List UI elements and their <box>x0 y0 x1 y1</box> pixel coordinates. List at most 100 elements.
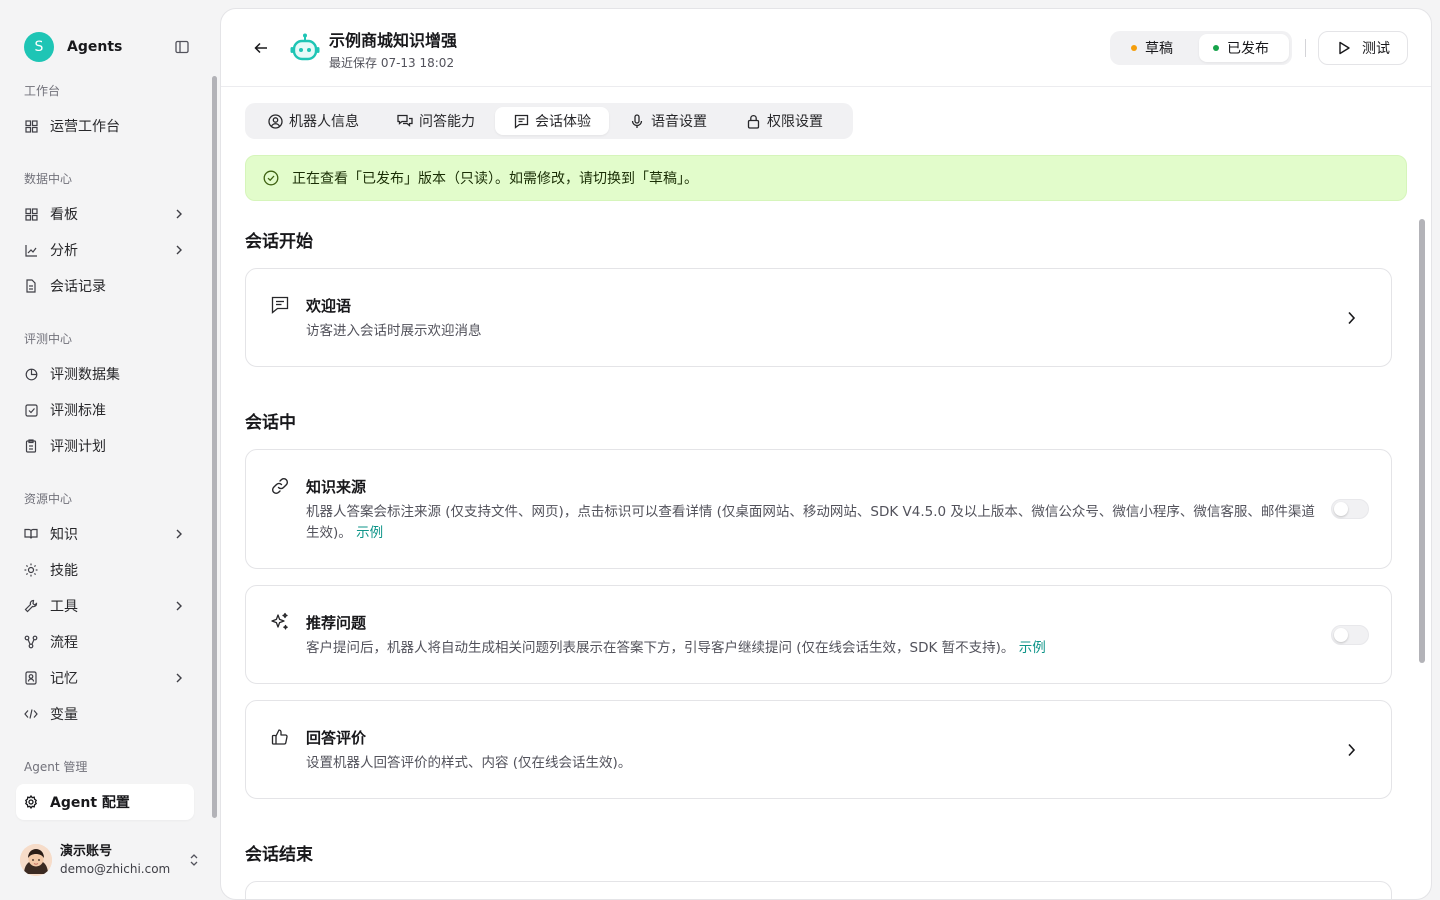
tab-qa-ability[interactable]: 问答能力 <box>379 107 493 135</box>
brand-name: Agents <box>67 39 123 55</box>
example-link[interactable]: 示例 <box>356 525 383 541</box>
tab-label: 语音设置 <box>651 114 707 130</box>
tab-label: 问答能力 <box>419 114 475 130</box>
sidebar-item-label: 分析 <box>50 243 78 259</box>
check-circle-icon <box>262 169 280 187</box>
sidebar-item-conversation-records[interactable]: 会话记录 <box>16 268 194 304</box>
version-published-label: 已发布 <box>1227 41 1269 57</box>
chevron-right-icon <box>172 599 186 613</box>
sidebar-item-label: 运营工作台 <box>50 119 120 135</box>
sidebar-item-knowledge[interactable]: 知识 <box>16 516 194 552</box>
version-draft-option[interactable]: 草稿 <box>1113 34 1199 62</box>
version-draft-label: 草稿 <box>1145 41 1173 57</box>
sparkles-icon <box>270 612 290 632</box>
wrench-icon <box>24 599 38 613</box>
brand[interactable]: S Agents <box>24 32 122 62</box>
toggle-knob <box>1334 628 1348 642</box>
sidebar-item-ops-workbench[interactable]: 运营工作台 <box>16 108 194 144</box>
chevron-right-icon <box>172 527 186 541</box>
nav-group-label: Agent 管理 <box>24 759 88 774</box>
toggle-knob <box>1334 502 1348 516</box>
header-divider <box>1305 39 1306 57</box>
back-button[interactable] <box>249 36 273 60</box>
tab-voice-settings[interactable]: 语音设置 <box>611 107 725 135</box>
robot-icon <box>289 31 321 63</box>
version-published-option[interactable]: 已发布 <box>1199 34 1289 62</box>
sidebar-item-agent-config[interactable]: Agent 配置 <box>16 784 194 820</box>
sidebar-item-label: 评测标准 <box>50 403 106 419</box>
tab-label: 机器人信息 <box>289 114 359 130</box>
lock-icon <box>745 113 761 129</box>
sidebar: S Agents 工作台 运营工作台 数据中心 看板 分析 会话记录 评测中心 … <box>0 0 220 900</box>
sidebar-item-eval-dataset[interactable]: 评测数据集 <box>16 356 194 392</box>
code-icon <box>24 707 38 721</box>
sidebar-item-analysis[interactable]: 分析 <box>16 232 194 268</box>
knowledge-source-toggle[interactable] <box>1331 499 1369 519</box>
card-suggested-questions: 推荐问题 客户提问后，机器人将自动生成相关问题列表展示在答案下方，引导客户继续提… <box>245 585 1392 684</box>
tab-label: 权限设置 <box>767 114 823 130</box>
sidebar-item-label: 记忆 <box>50 671 78 687</box>
sidebar-item-skills[interactable]: 技能 <box>16 552 194 588</box>
sidebar-item-variables[interactable]: 变量 <box>16 696 194 732</box>
sidebar-item-label: Agent 配置 <box>50 795 130 811</box>
chat-bubbles-icon <box>397 113 413 129</box>
chart-line-icon <box>24 243 38 257</box>
section-title-start: 会话开始 <box>245 232 313 252</box>
tab-bot-info[interactable]: 机器人信息 <box>249 107 377 135</box>
tab-label: 会话体验 <box>535 114 591 130</box>
card-knowledge-source: 知识来源 机器人答案会标注来源 (仅支持文件、网页)，点击标识可以查看详情 (仅… <box>245 449 1392 569</box>
test-button[interactable]: 测试 <box>1318 31 1408 65</box>
sidebar-item-eval-plan[interactable]: 评测计划 <box>16 428 194 464</box>
sidebar-item-memory[interactable]: 记忆 <box>16 660 194 696</box>
main-scrollbar[interactable] <box>1419 219 1425 663</box>
sidebar-toggle-icon <box>175 40 189 54</box>
suggested-questions-toggle[interactable] <box>1331 625 1369 645</box>
clipboard-icon <box>24 439 38 453</box>
settings-tabs: 机器人信息 问答能力 会话体验 语音设置 权限设置 <box>245 103 853 139</box>
tab-conversation-experience[interactable]: 会话体验 <box>495 107 609 135</box>
dashboard-icon <box>24 119 38 133</box>
sidebar-scrollbar[interactable] <box>212 76 217 818</box>
workflow-icon <box>24 635 38 649</box>
last-saved-text: 最近保存 07-13 18:02 <box>329 56 455 70</box>
card-description: 客户提问后，机器人将自动生成相关问题列表展示在答案下方，引导客户继续提问 (仅在… <box>306 638 1318 659</box>
nav-group-label: 工作台 <box>24 83 61 98</box>
sidebar-item-label: 会话记录 <box>50 279 106 295</box>
chevron-right-icon[interactable] <box>1341 308 1361 328</box>
chevron-right-icon <box>172 207 186 221</box>
message-square-icon <box>513 113 529 129</box>
main-panel: 示例商城知识增强 最近保存 07-13 18:02 草稿 已发布 测试 机器人信… <box>220 8 1432 900</box>
published-status-dot <box>1213 45 1219 51</box>
notice-text: 正在查看「已发布」版本（只读）。如需修改，请切换到「草稿」。 <box>292 171 698 187</box>
message-square-icon <box>270 295 290 315</box>
play-icon <box>1336 40 1352 56</box>
sidebar-collapse-button[interactable] <box>172 37 192 57</box>
chevrons-up-down-icon <box>188 852 200 868</box>
user-menu[interactable]: 演示账号 demo@zhichi.com <box>20 840 200 880</box>
link-icon <box>270 476 290 496</box>
card-answer-rating[interactable]: 回答评价 设置机器人回答评价的样式、内容 (仅在线会话生效)。 <box>245 700 1392 799</box>
card-title: 回答评价 <box>306 729 367 747</box>
memory-icon <box>24 671 38 685</box>
board-icon <box>24 207 38 221</box>
brand-logo: S <box>24 32 54 62</box>
file-text-icon <box>24 279 38 293</box>
tab-permission-settings[interactable]: 权限设置 <box>727 107 841 135</box>
sidebar-item-label: 技能 <box>50 563 78 579</box>
card-conversation-end[interactable] <box>245 881 1392 899</box>
example-link[interactable]: 示例 <box>1019 640 1046 656</box>
sidebar-item-label: 变量 <box>50 707 78 723</box>
check-square-icon <box>24 403 38 417</box>
card-title: 推荐问题 <box>306 614 367 632</box>
sidebar-item-eval-standard[interactable]: 评测标准 <box>16 392 194 428</box>
card-welcome[interactable]: 欢迎语 访客进入会话时展示欢迎消息 <box>245 268 1392 367</box>
sidebar-item-label: 看板 <box>50 207 78 223</box>
sidebar-item-workflow[interactable]: 流程 <box>16 624 194 660</box>
sidebar-item-tools[interactable]: 工具 <box>16 588 194 624</box>
card-description: 设置机器人回答评价的样式、内容 (仅在线会话生效)。 <box>306 755 632 771</box>
sidebar-item-board[interactable]: 看板 <box>16 196 194 232</box>
chevron-right-icon[interactable] <box>1341 740 1361 760</box>
card-description-text: 机器人答案会标注来源 (仅支持文件、网页)，点击标识可以查看详情 (仅桌面网站、… <box>306 504 1315 541</box>
arrow-left-icon <box>254 42 267 54</box>
section-title-during: 会话中 <box>245 413 296 433</box>
